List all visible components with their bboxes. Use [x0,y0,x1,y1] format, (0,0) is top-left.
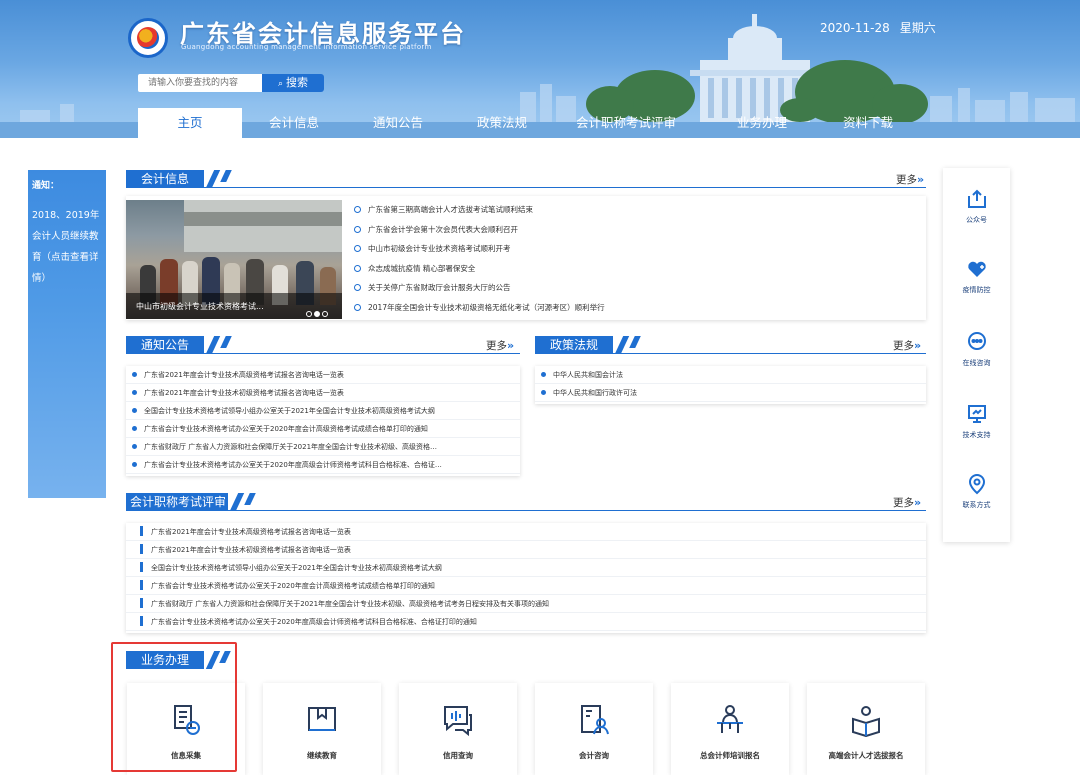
sidebar-label: 联系方式 [962,501,991,509]
chat-wave-icon [444,706,472,737]
heart-icon [967,261,986,277]
main-nav: 主页 会计信息 通知公告 政策法规 会计职称考试评审 业务办理 资料下载 [138,108,938,138]
sidebar-item-wechat[interactable]: 公众号 [943,188,1010,225]
sidebar-label: 疫情防控 [962,286,991,294]
list-item[interactable]: 2017年度全国会计专业技术初级资格无纸化考试（河源考区）顺利举行 [354,302,924,322]
notices-list: 广东省2021年度会计专业技术高级资格考试报名咨询电话一览表 广东省2021年度… [126,366,520,476]
date-text: 2020-11-28 [820,21,890,35]
list-item[interactable]: 中山市初级会计专业技术资格考试顺利开考 [354,243,924,263]
tile-label: 会计咨询 [579,751,609,760]
sidebar-item-online-consult[interactable]: 在线咨询 [943,331,1010,368]
list-item[interactable]: 广东省会计专业技术资格考试办公室关于2020年度会计高级资格考试成绩合格单打印的… [126,420,520,438]
nav-downloads[interactable]: 资料下载 [816,108,920,138]
nav-exam[interactable]: 会计职称考试评审 [554,108,698,138]
monitor-icon [967,405,986,423]
right-sidebar: 公众号 疫情防控 在线咨询 技术支持 联系方式 [943,168,1010,542]
site-subtitle: Guangdong accounting management informat… [181,43,432,51]
nav-business[interactable]: 业务办理 [714,108,810,138]
nav-notices[interactable]: 通知公告 [346,108,450,138]
nav-home[interactable]: 主页 [138,108,242,138]
exam-list: 广东省2021年度会计专业技术高级资格考试报名咨询电话一览表 广东省2021年度… [126,523,926,633]
list-item[interactable]: 广东省会计专业技术资格考试办公室关于2020年度高级会计师资格考试科目合格标准、… [126,613,926,631]
list-item[interactable]: 关于关停广东省财政厅会计服务大厅的公告 [354,282,924,302]
tile-cfo-training[interactable]: 总会计师培训报名 [671,683,789,775]
search-button[interactable]: ⌕ 搜索 [262,74,324,92]
accounting-info-list: 广东省第三期高端会计人才选拔考试笔试顺利结束 广东省会计学会第十次会员代表大会顺… [354,204,924,321]
list-item[interactable]: 广东省第三期高端会计人才选拔考试笔试顺利结束 [354,204,924,224]
sidebar-label: 在线咨询 [962,359,991,367]
list-item[interactable]: 广东省财政厅 广东省人力资源和社会保障厅关于2021年度全国会计专业技术初级、高… [126,438,520,456]
section-header-notices: 通知公告 [126,336,520,354]
presenter-icon [717,705,743,733]
location-icon [968,474,985,495]
list-item[interactable]: 广东省2021年度会计专业技术高级资格考试报名咨询电话一览表 [126,366,520,384]
notice-title: 通知： [32,181,60,191]
notice-panel[interactable]: 通知： 2018、2019年会计人员继续教育（点击查看详情） [28,170,106,498]
list-item[interactable]: 广东省会计学会第十次会员代表大会顺利召开 [354,224,924,244]
chat-icon [967,332,986,350]
search-bar: ⌕搜索 [138,74,324,92]
list-item[interactable]: 全国会计专业技术资格考试领导小组办公室关于2021年全国会计专业技术初高级资格考… [126,559,926,577]
more-label: 更多 [896,174,917,186]
book-icon [308,707,336,731]
upload-icon [967,189,986,208]
sidebar-item-epidemic[interactable]: 疫情防控 [943,258,1010,295]
tile-continuing-education[interactable]: 继续教育 [263,683,381,775]
tile-credit-query[interactable]: 信用查询 [399,683,517,775]
list-item[interactable]: 广东省会计专业技术资格考试办公室关于2020年度会计高级资格考试成绩合格单打印的… [126,577,926,595]
more-link-accounting-info[interactable]: 更多» [896,172,924,187]
section-title: 通知公告 [126,336,204,354]
sidebar-item-tech-support[interactable]: 技术支持 [943,403,1010,440]
header-banner: 广东省会计信息服务平台 Guangdong accounting managem… [0,0,1080,138]
tile-label: 总会计师培训报名 [700,751,760,760]
section-title: 会计职称考试评审 [126,493,228,511]
nav-policy[interactable]: 政策法规 [450,108,554,138]
tile-label: 继续教育 [307,751,337,760]
search-button-label: 搜索 [286,76,309,89]
sidebar-label: 技术支持 [962,431,991,439]
search-input[interactable] [138,74,262,92]
tile-talent-selection[interactable]: 高端会计人才选拔报名 [807,683,925,775]
list-item[interactable]: 广东省2021年度会计专业技术初级资格考试报名咨询电话一览表 [126,541,926,559]
date-display: 2020-11-28 星期六 [820,19,946,36]
list-item[interactable]: 广东省会计专业技术资格考试办公室关于2020年度高级会计师资格考试科目合格标准、… [126,456,520,474]
photo-caption[interactable]: 中山市初级会计专业技术资格考试... [136,301,264,312]
list-item[interactable]: 中华人民共和国会计法 [535,366,926,384]
tile-label: 信用查询 [443,751,473,760]
nav-accounting-info[interactable]: 会计信息 [242,108,346,138]
list-item[interactable]: 广东省2021年度会计专业技术初级资格考试报名咨询电话一览表 [126,384,520,402]
site-logo[interactable] [128,18,168,58]
list-item[interactable]: 全国会计专业技术资格考试领导小组办公室关于2021年全国会计专业技术初高级资格考… [126,402,520,420]
highlight-box [111,642,237,772]
weekday-text: 星期六 [899,21,936,35]
list-item[interactable]: 广东省2021年度会计专业技术高级资格考试报名咨询电话一览表 [126,523,926,541]
section-header-exam: 会计职称考试评审 [126,493,926,511]
section-header-accounting-info: 会计信息 [126,170,926,188]
search-icon: ⌕ [277,79,284,89]
carousel-dots[interactable] [304,302,328,319]
section-header-policy: 政策法规 [535,336,926,354]
list-item[interactable]: 中华人民共和国行政许可法 [535,384,926,402]
more-link-exam[interactable]: 更多» [893,495,921,510]
policy-list: 中华人民共和国会计法 中华人民共和国行政许可法 [535,366,926,404]
tile-accounting-consult[interactable]: 会计咨询 [535,683,653,775]
reader-icon [852,706,880,737]
news-photo-carousel[interactable]: 中山市初级会计专业技术资格考试... [126,200,342,319]
sidebar-label: 公众号 [966,216,987,224]
section-title: 政策法规 [535,336,613,354]
sidebar-item-contact[interactable]: 联系方式 [943,473,1010,510]
list-item[interactable]: 广东省财政厅 广东省人力资源和社会保障厅关于2021年度全国会计专业技术初级、高… [126,595,926,613]
notice-body[interactable]: 2018、2019年会计人员继续教育（点击查看详情） [32,205,102,289]
list-item[interactable]: 众志成城抗疫情 精心部署保安全 [354,263,924,283]
user-card-icon [581,705,609,735]
more-link-policy[interactable]: 更多» [893,338,921,353]
more-link-notices[interactable]: 更多» [486,338,514,353]
tile-label: 高端会计人才选拔报名 [828,751,904,760]
section-title: 会计信息 [126,170,204,188]
